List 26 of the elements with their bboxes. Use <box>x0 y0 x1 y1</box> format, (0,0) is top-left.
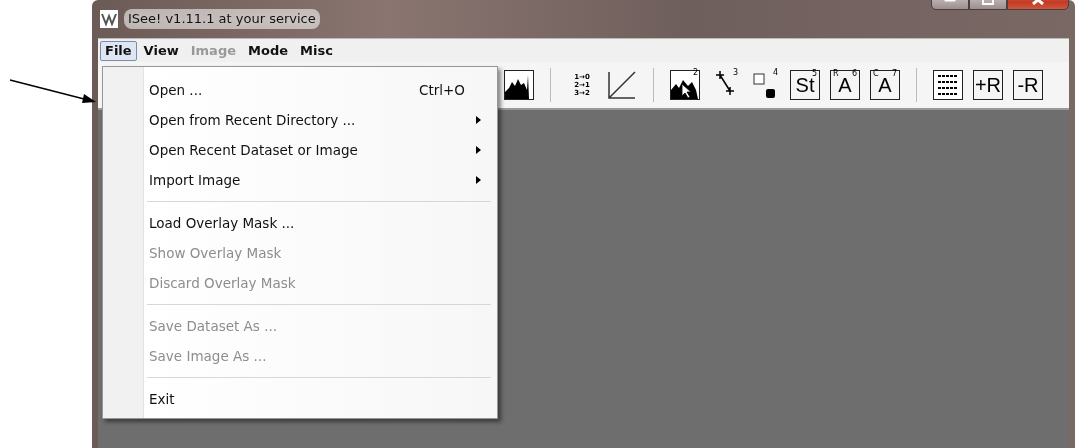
app-icon <box>100 10 118 28</box>
menu-item[interactable]: Load Overlay Mask ... <box>105 208 493 238</box>
diagonal-line-icon <box>608 71 636 99</box>
histogram-button[interactable] <box>504 70 534 100</box>
point-tool-button[interactable]: 4 <box>750 70 780 100</box>
tool-button[interactable]: -R <box>1013 70 1043 100</box>
menu-item[interactable]: Exit <box>105 384 493 414</box>
menu-item[interactable]: Misc <box>295 40 338 61</box>
submenu-arrow-icon <box>476 146 481 154</box>
linear-button[interactable] <box>607 70 637 100</box>
submenu-arrow-icon <box>476 116 481 124</box>
histogram-icon <box>504 70 534 100</box>
tool-button[interactable]: +R <box>973 70 1003 100</box>
menu-item[interactable]: Mode <box>243 40 293 61</box>
line-tool-button[interactable]: 3 <box>710 70 740 100</box>
menu-item[interactable]: File <box>100 40 137 61</box>
menu-item[interactable]: Open ... Ctrl+O <box>105 75 493 105</box>
menu-item[interactable]: Import Image <box>105 165 493 195</box>
menu-item[interactable]: View <box>138 40 184 61</box>
list-icon <box>933 70 963 100</box>
menu-item[interactable]: Open from Recent Directory ... <box>105 105 493 135</box>
list-button[interactable] <box>933 70 963 100</box>
menu-item[interactable]: Open Recent Dataset or Image <box>105 135 493 165</box>
submenu-arrow-icon <box>476 176 481 184</box>
histogram-cursor-button[interactable]: 2 <box>670 70 700 100</box>
histogram-cursor-icon <box>670 70 700 100</box>
